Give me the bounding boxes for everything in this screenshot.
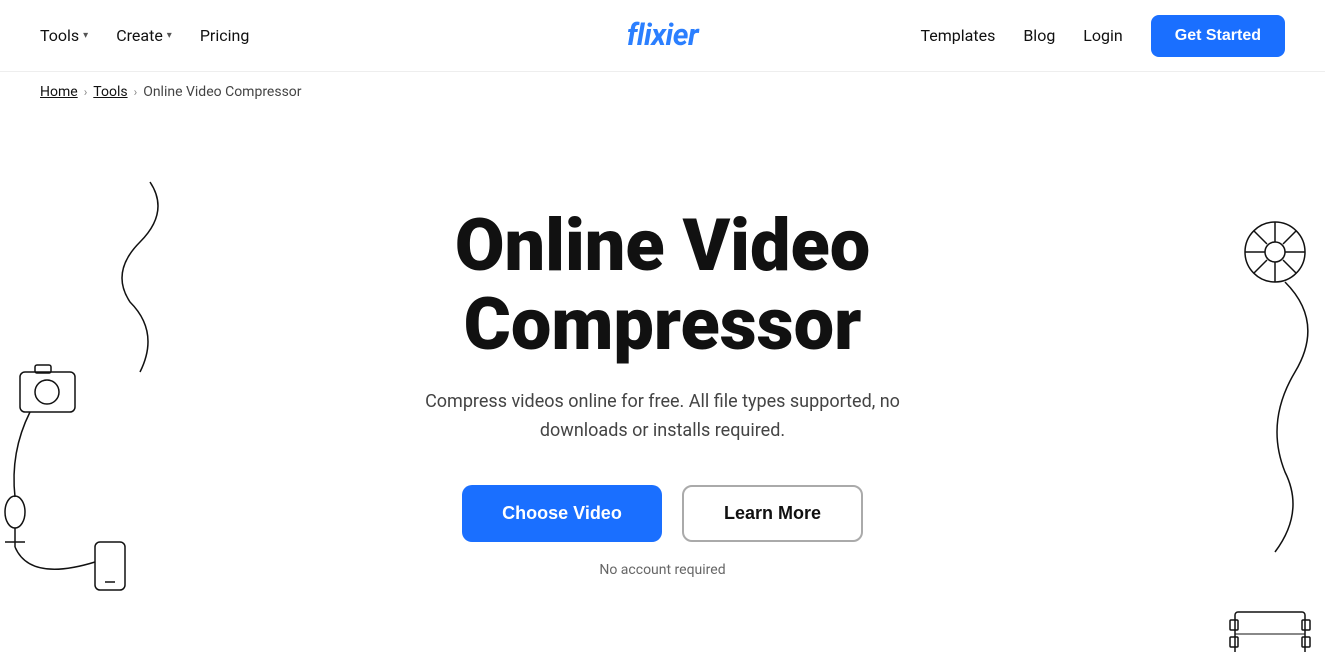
no-account-label: No account required — [599, 562, 725, 578]
nav-templates[interactable]: Templates — [920, 26, 995, 45]
deco-right-illustration — [1105, 172, 1325, 652]
site-logo[interactable]: flixier — [627, 18, 698, 53]
site-header: Tools ▾ Create ▾ Pricing flixier Templat… — [0, 0, 1325, 72]
breadcrumb-sep-1: › — [84, 85, 88, 99]
tools-arrow-icon: ▾ — [83, 30, 88, 41]
nav-pricing[interactable]: Pricing — [200, 26, 250, 45]
nav-left: Tools ▾ Create ▾ Pricing — [40, 26, 249, 45]
nav-tools[interactable]: Tools ▾ — [40, 26, 88, 45]
nav-login[interactable]: Login — [1083, 26, 1122, 45]
deco-left-illustration — [0, 172, 200, 652]
breadcrumb-home[interactable]: Home — [40, 84, 78, 100]
nav-blog[interactable]: Blog — [1023, 26, 1055, 45]
nav-right: Templates Blog Login Get Started — [920, 15, 1285, 57]
nav-create[interactable]: Create ▾ — [116, 26, 172, 45]
learn-more-button[interactable]: Learn More — [682, 485, 863, 542]
breadcrumb: Home › Tools › Online Video Compressor — [0, 72, 1325, 112]
breadcrumb-current: Online Video Compressor — [143, 84, 301, 100]
breadcrumb-sep-2: › — [134, 85, 138, 99]
hero-subtitle: Compress videos online for free. All fil… — [383, 388, 943, 446]
hero-section: Online Video Compressor Compress videos … — [0, 112, 1325, 652]
hero-title: Online Video Compressor — [455, 206, 870, 364]
get-started-button[interactable]: Get Started — [1151, 15, 1285, 57]
breadcrumb-tools[interactable]: Tools — [93, 84, 127, 100]
create-arrow-icon: ▾ — [167, 30, 172, 41]
button-row: Choose Video Learn More — [462, 485, 863, 542]
hero-buttons: Choose Video Learn More No account requi… — [462, 485, 863, 578]
choose-video-button[interactable]: Choose Video — [462, 485, 662, 542]
